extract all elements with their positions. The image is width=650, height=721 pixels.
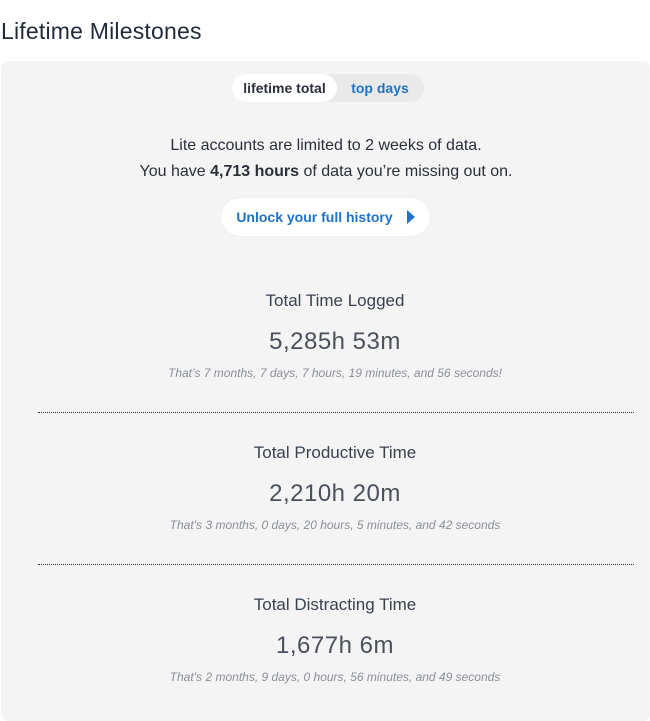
toggle-lifetime-total[interactable]: lifetime total <box>232 74 337 102</box>
stat-total-time-logged: Total Time Logged 5,285h 53m That’s 7 mo… <box>1 291 650 380</box>
stat-total-productive-time: Total Productive Time 2,210h 20m That’s … <box>1 443 650 532</box>
divider <box>38 412 634 413</box>
stat-value: 1,677h 6m <box>276 632 394 659</box>
lite-notice-suffix: of data you’re missing out on. <box>299 163 513 180</box>
unlock-history-button[interactable]: Unlock your full history <box>221 198 430 236</box>
stat-label: Total Productive Time <box>253 443 417 462</box>
stat-detail: That’s 2 months, 9 days, 0 hours, 56 min… <box>169 670 501 684</box>
stat-label: Total Time Logged <box>265 291 405 310</box>
unlock-history-label: Unlock your full history <box>236 209 393 225</box>
divider <box>38 564 634 565</box>
lite-notice-prefix: You have <box>139 163 211 180</box>
stat-value: 2,210h 20m <box>269 480 401 507</box>
stat-total-distracting-time: Total Distracting Time 1,677h 6m That’s … <box>1 595 650 684</box>
stat-value: 5,285h 53m <box>269 328 401 355</box>
view-toggle: lifetime total top days <box>232 74 424 102</box>
lite-notice: Lite accounts are limited to 2 weeks of … <box>1 133 650 185</box>
page-title: Lifetime Milestones <box>1 18 202 44</box>
lite-notice-line2: You have 4,713 hours of data you’re miss… <box>1 159 650 185</box>
lite-notice-line1: Lite accounts are limited to 2 weeks of … <box>170 137 482 154</box>
play-triangle-icon <box>406 210 415 224</box>
missing-hours: 4,713 hours <box>210 163 300 180</box>
milestones-panel: lifetime total top days Lite accounts ar… <box>1 61 650 721</box>
toggle-top-days[interactable]: top days <box>337 74 423 102</box>
stat-detail: That’s 7 months, 7 days, 7 hours, 19 min… <box>168 366 502 380</box>
stat-detail: That’s 3 months, 0 days, 20 hours, 5 min… <box>169 518 501 532</box>
stat-label: Total Distracting Time <box>253 595 417 614</box>
